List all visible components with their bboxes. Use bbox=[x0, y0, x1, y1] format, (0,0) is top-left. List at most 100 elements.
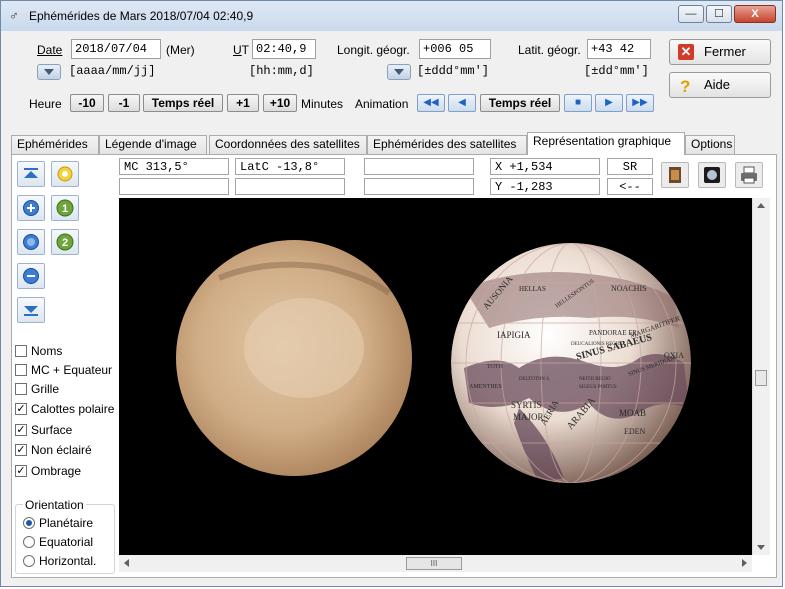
tab-ephemerides[interactable]: Ephémérides bbox=[11, 135, 99, 154]
tab-representation-graphique[interactable]: Représentation graphique bbox=[527, 132, 685, 155]
longitude-label: Longit. géogr. bbox=[337, 43, 410, 57]
date-dropdown-button[interactable] bbox=[37, 64, 61, 80]
grille-label: Grille bbox=[31, 382, 60, 396]
equatorial-radio[interactable] bbox=[23, 536, 35, 548]
latitude-field[interactable]: +43 42 bbox=[587, 39, 651, 59]
latitude-label: Latit. géogr. bbox=[518, 43, 581, 57]
heure-temps-reel-button[interactable]: Temps réel bbox=[143, 94, 223, 112]
info-box-empty-2 bbox=[235, 178, 345, 195]
info-box-empty-4 bbox=[364, 178, 474, 195]
animation-fast-back-button[interactable]: ◀◀ bbox=[417, 94, 445, 112]
mc-equateur-label: MC + Equateur bbox=[31, 363, 113, 377]
move-up-tool-button[interactable] bbox=[17, 161, 45, 187]
svg-text:OXIA: OXIA bbox=[664, 351, 684, 360]
svg-text:MOAB: MOAB bbox=[619, 408, 646, 418]
surface-label: Surface bbox=[31, 423, 73, 437]
planetaire-radio[interactable] bbox=[23, 517, 35, 529]
maximize-button[interactable]: ☐ bbox=[706, 5, 732, 23]
noms-checkbox[interactable] bbox=[15, 345, 27, 357]
svg-text:EDEN: EDEN bbox=[624, 427, 646, 436]
tab-ephemerides-satellites[interactable]: Ephémérides des satellites bbox=[367, 135, 527, 154]
tab-coordonnees-satellites[interactable]: Coordonnées des satellites bbox=[209, 135, 367, 154]
heure-label: Heure bbox=[29, 97, 62, 111]
scroll-down-icon[interactable] bbox=[757, 545, 765, 550]
svg-text:TOTH: TOTH bbox=[487, 364, 504, 370]
main-window: ♂ Ephémérides de Mars 2018/07/04 02:40,9… bbox=[0, 0, 783, 587]
ut-label: UT bbox=[233, 43, 250, 57]
satellite-2-tool-button[interactable]: 2 bbox=[51, 229, 79, 255]
film-tool-button[interactable] bbox=[661, 162, 689, 188]
scroll-left-icon[interactable] bbox=[124, 559, 129, 567]
date-format-hint: [aaaa/mm/jj] bbox=[69, 64, 156, 78]
scroll-up-icon[interactable] bbox=[757, 203, 765, 208]
svg-text:HELLAS: HELLAS bbox=[519, 285, 546, 293]
zoom-reset-icon bbox=[23, 234, 39, 250]
vertical-scroll-thumb[interactable] bbox=[755, 370, 767, 386]
date-field[interactable]: 2018/07/04 bbox=[71, 39, 161, 59]
film-strip-icon bbox=[669, 167, 681, 183]
plus1-minute-button[interactable]: +1 bbox=[227, 94, 259, 112]
close-button[interactable]: X bbox=[734, 5, 776, 23]
horizontal-scroll-thumb[interactable]: III bbox=[406, 557, 462, 570]
calottes-polaire-label: Calottes polaire bbox=[31, 402, 115, 416]
vertical-scrollbar[interactable] bbox=[752, 198, 770, 555]
mars-globe-map: HELLAS HELLESPONTUS NOACHIS AUSONIA IAPI… bbox=[451, 243, 691, 483]
mc-info: MC 313,5° bbox=[119, 158, 229, 175]
ombrage-checkbox[interactable]: ✓ bbox=[15, 465, 27, 477]
minus10-minutes-button[interactable]: -10 bbox=[70, 94, 104, 112]
calottes-polaire-checkbox[interactable]: ✓ bbox=[15, 403, 27, 415]
printer-icon bbox=[741, 166, 757, 184]
svg-text:SIGEUS PORTUS: SIGEUS PORTUS bbox=[579, 385, 617, 390]
surface-checkbox[interactable]: ✓ bbox=[15, 424, 27, 436]
longitude-field[interactable]: +006 05 bbox=[419, 39, 491, 59]
center-target-tool-button[interactable] bbox=[51, 161, 79, 187]
minimize-button[interactable]: — bbox=[678, 5, 704, 23]
animation-stop-button[interactable]: ■ bbox=[564, 94, 592, 112]
tab-legende-image[interactable]: Légende d'image bbox=[99, 135, 207, 154]
animation-back-button[interactable]: ◀ bbox=[448, 94, 476, 112]
grille-checkbox[interactable] bbox=[15, 383, 27, 395]
fermer-button[interactable]: ✕ Fermer bbox=[669, 39, 771, 65]
svg-text:AMENTHES: AMENTHES bbox=[469, 384, 502, 390]
plus10-minutes-button[interactable]: +10 bbox=[263, 94, 297, 112]
zoom-in-tool-button[interactable] bbox=[17, 195, 45, 221]
planet-viewer[interactable]: HELLAS HELLESPONTUS NOACHIS AUSONIA IAPI… bbox=[119, 198, 752, 555]
move-down-tool-button[interactable] bbox=[17, 297, 45, 323]
mc-equateur-checkbox[interactable] bbox=[15, 364, 27, 376]
zoom-out-icon bbox=[23, 268, 39, 284]
sr-button[interactable]: SR bbox=[607, 158, 653, 175]
scroll-right-icon[interactable] bbox=[742, 559, 747, 567]
zoom-out-tool-button[interactable] bbox=[17, 263, 45, 289]
noms-label: Noms bbox=[31, 344, 63, 358]
image-tool-button[interactable] bbox=[698, 162, 726, 188]
minutes-label: Minutes bbox=[301, 97, 344, 111]
mars-symbol-icon: ♂ bbox=[9, 8, 19, 23]
non-eclaire-checkbox[interactable]: ✓ bbox=[15, 444, 27, 456]
longitude-dropdown-button[interactable] bbox=[387, 64, 411, 80]
horizontal-label: Horizontal. bbox=[39, 554, 97, 568]
horizontal-radio[interactable] bbox=[23, 555, 35, 567]
info-box-empty-3 bbox=[364, 158, 474, 175]
ut-field[interactable]: 02:40,9 bbox=[252, 39, 316, 59]
ombrage-label: Ombrage bbox=[31, 464, 82, 478]
back-arrow-button[interactable]: <-- bbox=[607, 178, 653, 195]
non-eclaire-label: Non éclairé bbox=[31, 443, 92, 457]
zoom-reset-tool-button[interactable] bbox=[17, 229, 45, 255]
longitude-format-hint: [±ddd°mm'] bbox=[417, 64, 490, 78]
date-label: Date bbox=[37, 43, 63, 57]
planetaire-label: Planétaire bbox=[39, 516, 94, 530]
window-title: Ephémérides de Mars 2018/07/04 02:40,9 bbox=[29, 9, 254, 23]
zoom-in-icon bbox=[23, 200, 39, 216]
animation-fast-forward-button[interactable]: ▶▶ bbox=[626, 94, 654, 112]
animation-temps-reel-button[interactable]: Temps réel bbox=[480, 94, 560, 112]
minus1-minute-button[interactable]: -1 bbox=[108, 94, 140, 112]
tab-options[interactable]: Options bbox=[685, 135, 735, 154]
satellite-1-tool-button[interactable]: 1 bbox=[51, 195, 79, 221]
svg-text:2: 2 bbox=[62, 237, 68, 249]
aide-button[interactable]: ? Aide bbox=[669, 72, 771, 98]
horizontal-scrollbar[interactable]: III bbox=[119, 555, 752, 572]
stop-icon: ■ bbox=[574, 97, 582, 108]
animation-forward-button[interactable]: ▶ bbox=[595, 94, 623, 112]
planet-image-icon bbox=[704, 167, 720, 183]
print-tool-button[interactable] bbox=[735, 162, 763, 188]
